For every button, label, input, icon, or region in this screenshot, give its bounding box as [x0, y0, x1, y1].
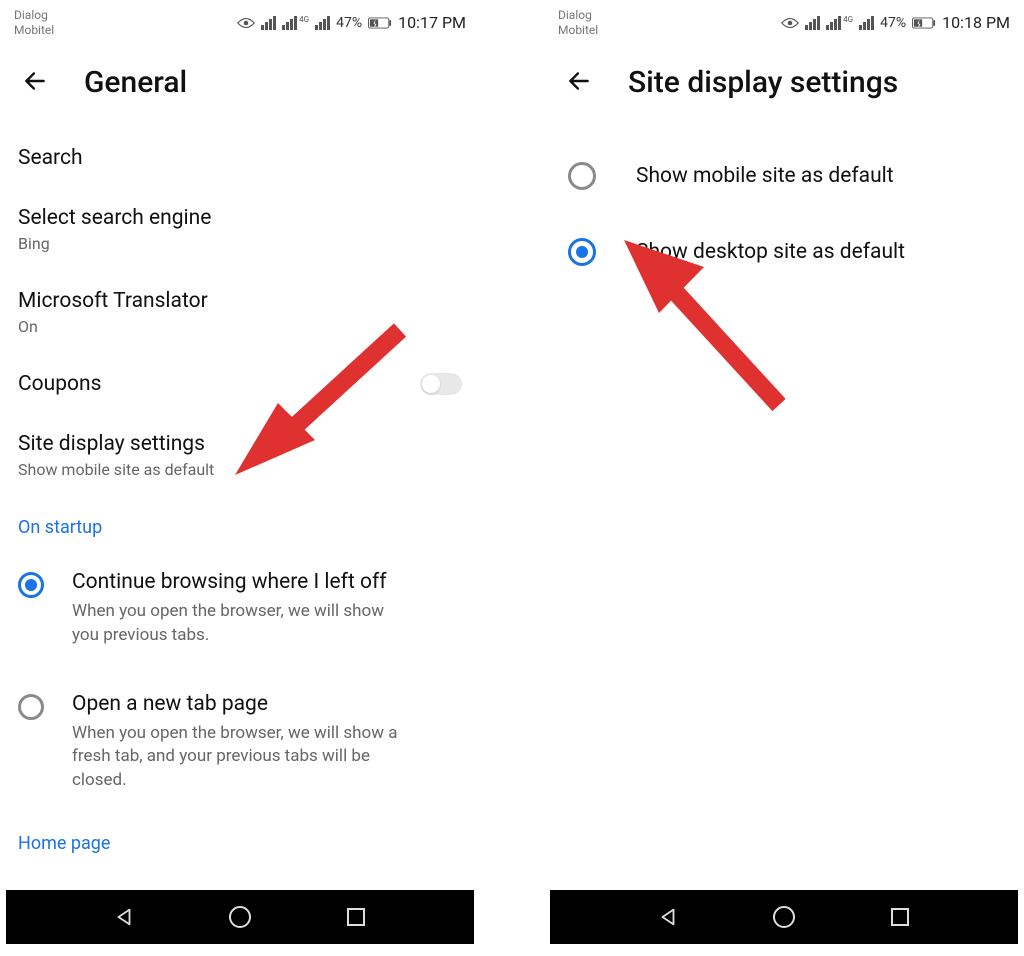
phone-right: Dialog Mobitel 4G 47% 10:18 PM Site disp…	[544, 0, 1024, 944]
header: General	[0, 45, 480, 128]
status-right: 4G 47% 10:18 PM	[781, 13, 1010, 32]
select-search-engine-item[interactable]: Select search engine Bing	[18, 188, 462, 271]
signal-icon-3	[859, 16, 874, 30]
radio-icon[interactable]	[568, 162, 596, 190]
settings-list: Search Select search engine Bing Microso…	[0, 128, 480, 872]
status-bar: Dialog Mobitel 4G 47% 10:17 PM	[0, 0, 480, 45]
radio-icon[interactable]	[18, 694, 44, 720]
battery-icon	[912, 17, 936, 29]
phone-left: Dialog Mobitel 4G 47% 10:17 PM General S…	[0, 0, 480, 944]
signal-icon-1	[805, 16, 820, 30]
page-title: General	[84, 65, 187, 100]
status-bar: Dialog Mobitel 4G 47% 10:18 PM	[544, 0, 1024, 45]
nav-home-icon[interactable]	[227, 904, 253, 930]
radio-icon[interactable]	[568, 238, 596, 266]
site-display-settings-item[interactable]: Site display settings Show mobile site a…	[18, 414, 462, 497]
battery-percent: 47%	[336, 15, 362, 31]
coupons-label: Coupons	[18, 372, 101, 396]
nav-recent-icon[interactable]	[887, 904, 913, 930]
eye-comfort-icon	[237, 17, 255, 29]
radio-icon[interactable]	[18, 572, 44, 598]
signal-icon-3	[315, 16, 330, 30]
android-navbar	[6, 890, 474, 944]
coupons-item[interactable]: Coupons	[18, 354, 462, 414]
eye-comfort-icon	[781, 17, 799, 29]
status-right: 4G 47% 10:17 PM	[237, 13, 466, 32]
startup-newtab-desc: When you open the browser, we will show …	[72, 722, 412, 793]
battery-percent: 47%	[880, 15, 906, 31]
option-desktop-default[interactable]: Show desktop site as default	[568, 214, 1000, 290]
battery-icon	[368, 17, 392, 29]
startup-continue-title: Continue browsing where I left off	[72, 570, 462, 594]
signal-icon-1	[261, 16, 276, 30]
back-arrow-icon[interactable]	[566, 68, 592, 98]
translator-item[interactable]: Microsoft Translator On	[18, 271, 462, 354]
clock: 10:17 PM	[398, 13, 466, 32]
translator-title: Microsoft Translator	[18, 289, 462, 313]
on-startup-section: On startup	[18, 497, 462, 548]
search-item[interactable]: Search	[18, 128, 462, 188]
signal-icon-2: 4G	[826, 16, 853, 30]
startup-option-continue[interactable]: Continue browsing where I left off When …	[18, 548, 462, 670]
startup-option-newtab[interactable]: Open a new tab page When you open the br…	[18, 670, 462, 815]
clock: 10:18 PM	[942, 13, 1010, 32]
signal-icon-2: 4G	[282, 16, 309, 30]
carrier-label: Dialog Mobitel	[558, 8, 598, 37]
page-title: Site display settings	[628, 65, 898, 100]
site-display-options: Show mobile site as default Show desktop…	[544, 128, 1024, 300]
search-label: Search	[18, 146, 462, 170]
nav-back-icon[interactable]	[655, 904, 681, 930]
translator-value: On	[18, 317, 462, 336]
select-engine-value: Bing	[18, 234, 462, 253]
carrier-label: Dialog Mobitel	[14, 8, 54, 37]
home-page-item[interactable]: Home page	[18, 815, 462, 872]
nav-recent-icon[interactable]	[343, 904, 369, 930]
option-desktop-label: Show desktop site as default	[636, 240, 905, 264]
nav-home-icon[interactable]	[771, 904, 797, 930]
coupons-toggle[interactable]	[420, 373, 462, 395]
back-arrow-icon[interactable]	[22, 68, 48, 98]
option-mobile-default[interactable]: Show mobile site as default	[568, 138, 1000, 214]
site-display-title: Site display settings	[18, 432, 462, 456]
site-display-value: Show mobile site as default	[18, 460, 462, 479]
startup-newtab-title: Open a new tab page	[72, 692, 462, 716]
select-engine-title: Select search engine	[18, 206, 462, 230]
android-navbar	[550, 890, 1018, 944]
nav-back-icon[interactable]	[111, 904, 137, 930]
startup-continue-desc: When you open the browser, we will show …	[72, 600, 412, 648]
option-mobile-label: Show mobile site as default	[636, 164, 894, 188]
header: Site display settings	[544, 45, 1024, 128]
